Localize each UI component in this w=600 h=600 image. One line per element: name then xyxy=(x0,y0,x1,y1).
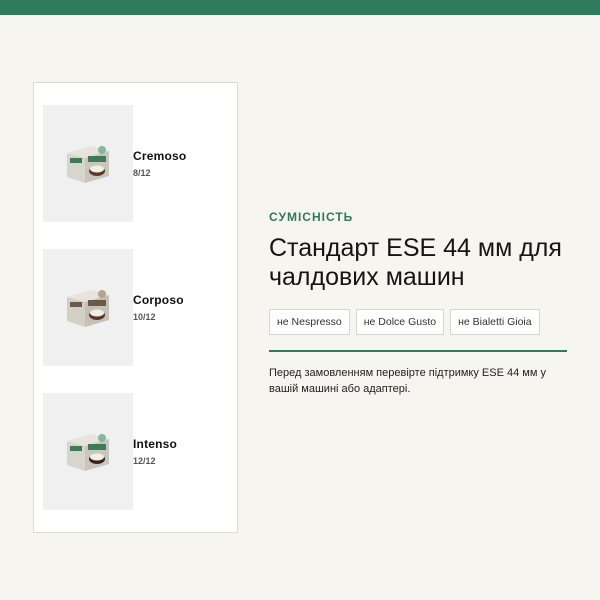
product-name: Intenso xyxy=(133,437,178,451)
product-card-corposo[interactable]: Corposo 10/12 xyxy=(43,249,233,366)
product-count: 12/12 xyxy=(133,456,156,466)
tag-not-dolce-gusto: не Dolce Gusto xyxy=(355,309,445,335)
tag-not-nespresso: не Nespresso xyxy=(269,309,350,335)
section-eyebrow: СУМІСНІСТЬ xyxy=(269,210,354,224)
product-name: Corposo xyxy=(133,293,184,307)
product-count: 10/12 xyxy=(133,312,156,322)
compatibility-note: Перед замовленням перевірте підтримку ES… xyxy=(269,367,546,395)
capsule-box-icon xyxy=(67,289,109,327)
product-name: Cremoso xyxy=(133,149,187,163)
product-image xyxy=(43,249,133,366)
product-card-intenso[interactable]: Intenso 12/12 xyxy=(43,393,233,510)
product-image xyxy=(43,105,133,222)
compatibility-section: СУМІСНІСТЬ Стандарт ESE 44 мм для чалдов… xyxy=(269,210,569,397)
incompatibility-tags: не Nespresso не Dolce Gusto не Bialetti … xyxy=(269,309,569,335)
product-card-cremoso[interactable]: Cremoso 8/12 xyxy=(43,105,233,222)
capsule-box-icon xyxy=(67,433,109,471)
product-count: 8/12 xyxy=(133,168,151,178)
capsule-box-icon xyxy=(67,145,109,183)
product-image xyxy=(43,393,133,510)
section-divider xyxy=(269,350,567,352)
tag-not-bialetti-gioia: не Bialetti Gioia xyxy=(450,309,540,335)
top-accent-bar xyxy=(0,0,600,15)
product-list: Cremoso 8/12 Corposo 10/12 Intenso 12/12 xyxy=(33,82,238,533)
section-headline: Стандарт ESE 44 мм для чалдових машин xyxy=(269,234,562,291)
